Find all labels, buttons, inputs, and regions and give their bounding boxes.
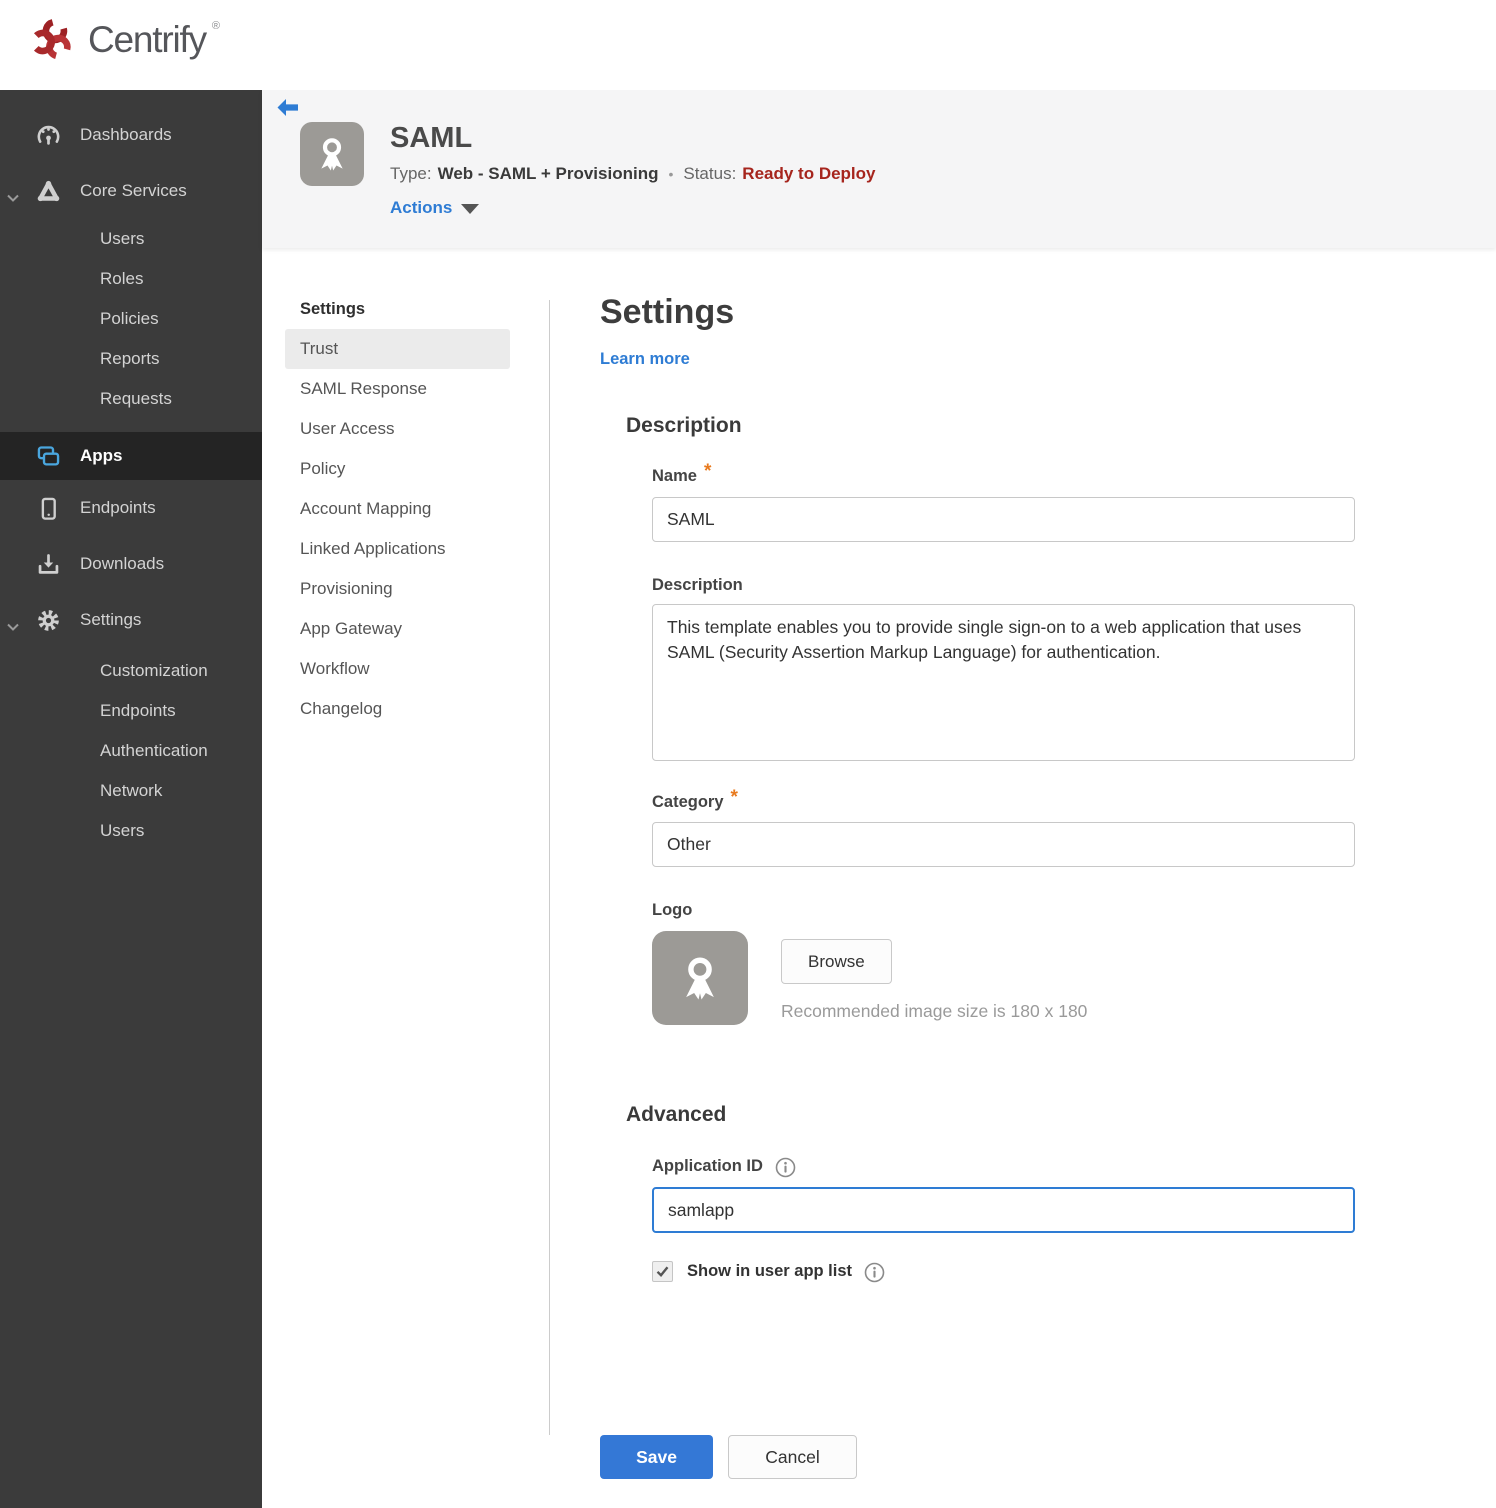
status-label: Status: [683, 164, 737, 183]
sidebar-item-label: Endpoints [80, 498, 156, 517]
subnav-item-policy[interactable]: Policy [285, 449, 510, 489]
app-title: SAML [390, 122, 473, 154]
core-services-icon [34, 178, 62, 205]
sidebar-item-network[interactable]: Network [0, 771, 262, 811]
cancel-button[interactable]: Cancel [728, 1435, 857, 1479]
subnav-item-changelog[interactable]: Changelog [285, 689, 510, 729]
name-label: Name [652, 467, 697, 485]
subnav-item-trust[interactable]: Trust [285, 329, 510, 369]
sidebar: Dashboards Core Services Users Roles Pol… [0, 90, 262, 1508]
sidebar-item-users[interactable]: Users [0, 219, 262, 259]
description-section-heading: Description [626, 414, 742, 437]
app-logo [300, 122, 364, 186]
actions-button[interactable]: Actions [390, 198, 480, 218]
advanced-section-heading: Advanced [626, 1103, 727, 1126]
description-label: Description [652, 576, 743, 594]
subnav-item-account-mapping[interactable]: Account Mapping [285, 489, 510, 529]
sidebar-item-label: Core Services [80, 181, 187, 200]
sidebar-item-apps[interactable]: Apps [0, 432, 262, 480]
settings-panel: Settings Learn more Description Name * D… [600, 292, 1400, 1479]
sidebar-item-requests[interactable]: Requests [0, 379, 262, 419]
save-button[interactable]: Save [600, 1435, 713, 1479]
type-value: Web - SAML + Provisioning [437, 164, 659, 183]
learn-more-link[interactable]: Learn more [600, 350, 690, 369]
sidebar-item-core-services[interactable]: Core Services [0, 163, 262, 219]
sidebar-item-authentication[interactable]: Authentication [0, 731, 262, 771]
sidebar-item-endpoints[interactable]: Endpoints [0, 480, 262, 536]
app-logo-preview [652, 931, 748, 1025]
sidebar-item-settings[interactable]: Settings [0, 592, 262, 648]
application-id-label: Application ID [652, 1157, 763, 1175]
sidebar-item-roles[interactable]: Roles [0, 259, 262, 299]
app-subnav: Settings Trust SAML Response User Access… [285, 294, 510, 729]
show-in-user-app-list-checkbox[interactable] [652, 1261, 673, 1282]
required-marker: * [703, 461, 712, 482]
brand-name: Centrify [88, 19, 207, 60]
sidebar-item-label: Settings [80, 610, 142, 629]
sidebar-item-customization[interactable]: Customization [0, 651, 262, 691]
subnav-item-workflow[interactable]: Workflow [285, 649, 510, 689]
gauge-icon [34, 122, 62, 149]
back-button[interactable] [276, 98, 300, 118]
sidebar-item-label: Downloads [80, 554, 165, 573]
status-badge: Ready to Deploy [742, 164, 876, 183]
subnav-item-app-gateway[interactable]: App Gateway [285, 609, 510, 649]
brand: Centrify ® [0, 0, 1496, 64]
subnav-item-saml-response[interactable]: SAML Response [285, 369, 510, 409]
browse-button[interactable]: Browse [781, 939, 892, 984]
sidebar-item-downloads[interactable]: Downloads [0, 536, 262, 592]
gear-icon [34, 607, 62, 634]
subnav-header: Settings [300, 300, 366, 318]
name-input[interactable] [652, 497, 1355, 542]
centrify-logo-icon [28, 16, 76, 64]
settings-submenu: Customization Endpoints Authentication N… [0, 651, 262, 851]
actions-label: Actions [390, 198, 453, 217]
show-in-user-app-list-label: Show in user app list [687, 1262, 853, 1280]
device-icon [34, 495, 62, 522]
vertical-divider [549, 300, 550, 1435]
sidebar-item-label: Dashboards [80, 125, 172, 144]
category-input[interactable] [652, 822, 1355, 867]
sidebar-item-dashboards[interactable]: Dashboards [0, 107, 262, 163]
type-label: Type: [390, 164, 432, 183]
sidebar-item-label: Apps [80, 446, 123, 465]
category-label-row: Category * [652, 787, 1400, 813]
subnav-item-user-access[interactable]: User Access [285, 409, 510, 449]
caret-down-icon [461, 204, 480, 214]
apps-icon [34, 443, 62, 470]
logo-size-hint: Recommended image size is 180 x 180 [781, 1001, 1088, 1021]
description-textarea[interactable]: This template enables you to provide sin… [652, 604, 1355, 761]
download-icon [34, 551, 62, 578]
info-icon[interactable] [864, 1262, 885, 1283]
sidebar-item-settings-users[interactable]: Users [0, 811, 262, 851]
page-title: Settings [600, 293, 735, 331]
top-bar: Centrify ® [0, 0, 1496, 90]
chevron-down-icon[interactable] [7, 616, 19, 636]
sidebar-item-settings-endpoints[interactable]: Endpoints [0, 691, 262, 731]
name-label-row: Name * [652, 461, 1400, 487]
info-icon[interactable] [775, 1157, 796, 1178]
required-marker: * [730, 787, 738, 808]
application-id-label-row: Application ID [652, 1155, 1400, 1177]
subnav-item-linked-applications[interactable]: Linked Applications [285, 529, 510, 569]
sidebar-item-reports[interactable]: Reports [0, 339, 262, 379]
app-header: SAML Type: Web - SAML + Provisioning • S… [262, 90, 1496, 248]
meta-separator: • [668, 166, 674, 182]
sidebar-item-policies[interactable]: Policies [0, 299, 262, 339]
chevron-down-icon[interactable] [7, 187, 19, 207]
application-id-input[interactable] [652, 1187, 1355, 1233]
subnav-item-provisioning[interactable]: Provisioning [285, 569, 510, 609]
brand-registered-mark: ® [211, 20, 220, 32]
app-meta: Type: Web - SAML + Provisioning • Status… [390, 164, 876, 184]
description-label-row: Description [652, 574, 1400, 596]
core-services-submenu: Users Roles Policies Reports Requests [0, 219, 262, 419]
logo-label: Logo [652, 901, 693, 919]
category-label: Category [652, 793, 724, 811]
logo-label-row: Logo [652, 899, 1400, 921]
